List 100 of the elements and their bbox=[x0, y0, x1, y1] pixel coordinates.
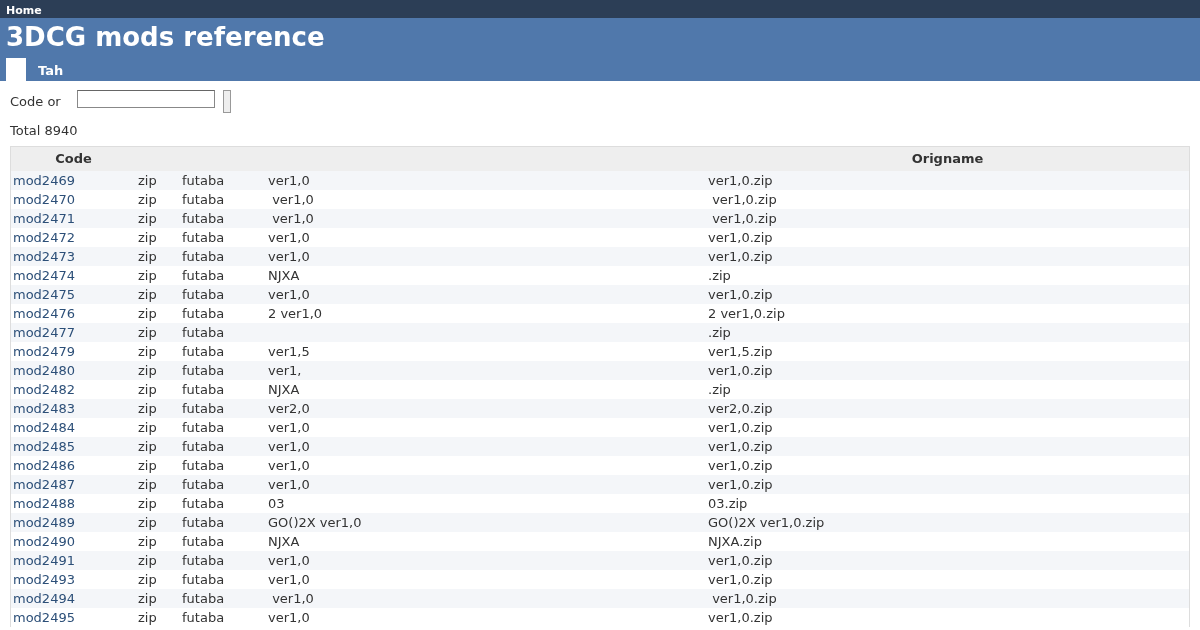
mod-code-link[interactable]: mod2493 bbox=[13, 572, 75, 587]
table-cell: ver1,0.zip bbox=[708, 230, 773, 245]
table-cell: futaba bbox=[182, 382, 225, 397]
table-cell: zip bbox=[138, 306, 157, 321]
home-link[interactable]: Home bbox=[6, 4, 42, 17]
table-cell: ver1,0 bbox=[268, 458, 310, 473]
mod-code-link[interactable]: mod2470 bbox=[13, 192, 75, 207]
table-cell: zip bbox=[138, 192, 157, 207]
table-cell: ver1,0 bbox=[268, 287, 310, 302]
table-cell: futaba bbox=[182, 268, 225, 283]
table-cell: futaba bbox=[182, 553, 225, 568]
table-cell: zip bbox=[138, 363, 157, 378]
table-cell: zip bbox=[138, 439, 157, 454]
tab[interactable]: Tah bbox=[32, 58, 70, 81]
table-cell: futaba bbox=[182, 420, 225, 435]
table-cell: zip bbox=[138, 211, 157, 226]
mod-code-link[interactable]: mod2474 bbox=[13, 268, 75, 283]
table-cell: ver1,0 bbox=[268, 230, 310, 245]
table-cell: ver1,0 bbox=[268, 249, 310, 264]
table-cell: GO()2X ver1,0.zip bbox=[708, 515, 825, 530]
column-header: Origname bbox=[911, 151, 984, 166]
table-cell: ver2,0.zip bbox=[708, 401, 773, 416]
table-cell-text: ver1,0 bbox=[271, 192, 314, 207]
table-cell: ver1,0 bbox=[268, 439, 310, 454]
table-cell: zip bbox=[138, 458, 157, 473]
table-cell: futaba bbox=[182, 249, 225, 264]
table-cell: NJXA bbox=[268, 382, 300, 397]
table-cell: ver1, bbox=[268, 363, 302, 378]
table-cell: zip bbox=[138, 230, 157, 245]
table-cell: ver1,0.zip bbox=[708, 439, 773, 454]
search-field[interactable] bbox=[76, 90, 215, 108]
table-cell: ver1,0.zip bbox=[708, 249, 773, 264]
table-cell: zip bbox=[138, 401, 157, 416]
table-cell: GO()2X ver1,0 bbox=[268, 515, 362, 530]
table-cell: zip bbox=[138, 591, 157, 606]
table-cell: zip bbox=[138, 325, 157, 340]
table-cell: zip bbox=[138, 382, 157, 397]
table-cell: zip bbox=[138, 249, 157, 264]
table-cell: ver1,0.zip bbox=[708, 610, 773, 625]
table-cell: futaba bbox=[182, 363, 225, 378]
table-cell: NJXA bbox=[268, 268, 300, 283]
table-cell: ver1,0 bbox=[268, 477, 310, 492]
mod-code-link[interactable]: mod2476 bbox=[13, 306, 75, 321]
table-cell: futaba bbox=[182, 515, 225, 530]
mod-code-link[interactable]: mod2484 bbox=[13, 420, 75, 435]
table-cell: futaba bbox=[182, 192, 225, 207]
table-cell: futaba bbox=[182, 306, 225, 321]
table-cell: .zip bbox=[708, 382, 731, 397]
mod-code-link[interactable]: mod2472 bbox=[13, 230, 75, 245]
mod-code-link[interactable]: mod2479 bbox=[13, 344, 75, 359]
table-cell: 03 bbox=[268, 496, 285, 511]
table-cell: ver1,0 bbox=[268, 572, 310, 587]
table-cell: zip bbox=[138, 287, 157, 302]
table-cell: zip bbox=[138, 496, 157, 511]
table-cell-text: ver1,0.zip bbox=[711, 192, 777, 207]
table-cell: futaba bbox=[182, 287, 225, 302]
table-cell: 2 ver1,0 bbox=[268, 306, 323, 321]
table-cell: futaba bbox=[182, 534, 225, 549]
table-cell: zip bbox=[138, 553, 157, 568]
table-cell-text: ver1,0 bbox=[271, 591, 314, 606]
table-cell: zip bbox=[138, 515, 157, 530]
table-cell: futaba bbox=[182, 477, 225, 492]
table-cell: zip bbox=[138, 268, 157, 283]
table-cell: ver1,0 bbox=[268, 610, 310, 625]
search-button[interactable] bbox=[222, 90, 231, 113]
table-cell: NJXA.zip bbox=[708, 534, 762, 549]
table-cell: futaba bbox=[182, 211, 225, 226]
table-cell: zip bbox=[138, 344, 157, 359]
table-cell: .zip bbox=[708, 268, 731, 283]
table-cell-text: ver1,0.zip bbox=[711, 591, 777, 606]
table-cell: zip bbox=[138, 477, 157, 492]
mod-code-link[interactable]: mod2482 bbox=[13, 382, 75, 397]
mod-code-link[interactable]: mod2486 bbox=[13, 458, 75, 473]
mod-code-link[interactable]: mod2488 bbox=[13, 496, 75, 511]
table-cell: ver1,0.zip bbox=[708, 553, 773, 568]
table-cell: ver1,0 bbox=[268, 173, 310, 188]
table-cell: 03.zip bbox=[708, 496, 748, 511]
table-cell-text: ver1,0 bbox=[271, 211, 314, 226]
table-cell: ver1,0 bbox=[268, 553, 310, 568]
table-cell: futaba bbox=[182, 173, 225, 188]
table-cell: futaba bbox=[182, 572, 225, 587]
table-cell: futaba bbox=[182, 401, 225, 416]
table-cell: ver1,0.zip bbox=[708, 458, 773, 473]
table-cell: futaba bbox=[182, 458, 225, 473]
table-cell: futaba bbox=[182, 610, 225, 625]
table-cell: ver1,0.zip bbox=[708, 363, 773, 378]
table-cell: ver1,0.zip bbox=[708, 477, 773, 492]
total-count: Total 8940 bbox=[9, 122, 79, 140]
table-cell: ver1,0.zip bbox=[708, 173, 773, 188]
table-cell: ver1,5 bbox=[268, 344, 310, 359]
mod-code-link[interactable]: mod2495 bbox=[13, 610, 75, 625]
table-cell: futaba bbox=[182, 325, 225, 340]
table-cell: ver1,0.zip bbox=[708, 572, 773, 587]
mod-code-link[interactable]: mod2490 bbox=[13, 534, 75, 549]
table-cell: .zip bbox=[708, 325, 731, 340]
table-cell: 2 ver1,0.zip bbox=[708, 306, 785, 321]
table-cell: ver1,0 bbox=[268, 420, 310, 435]
table-cell: futaba bbox=[182, 439, 225, 454]
table-cell: zip bbox=[138, 572, 157, 587]
site-title: 3DCG mods reference bbox=[6, 21, 326, 54]
